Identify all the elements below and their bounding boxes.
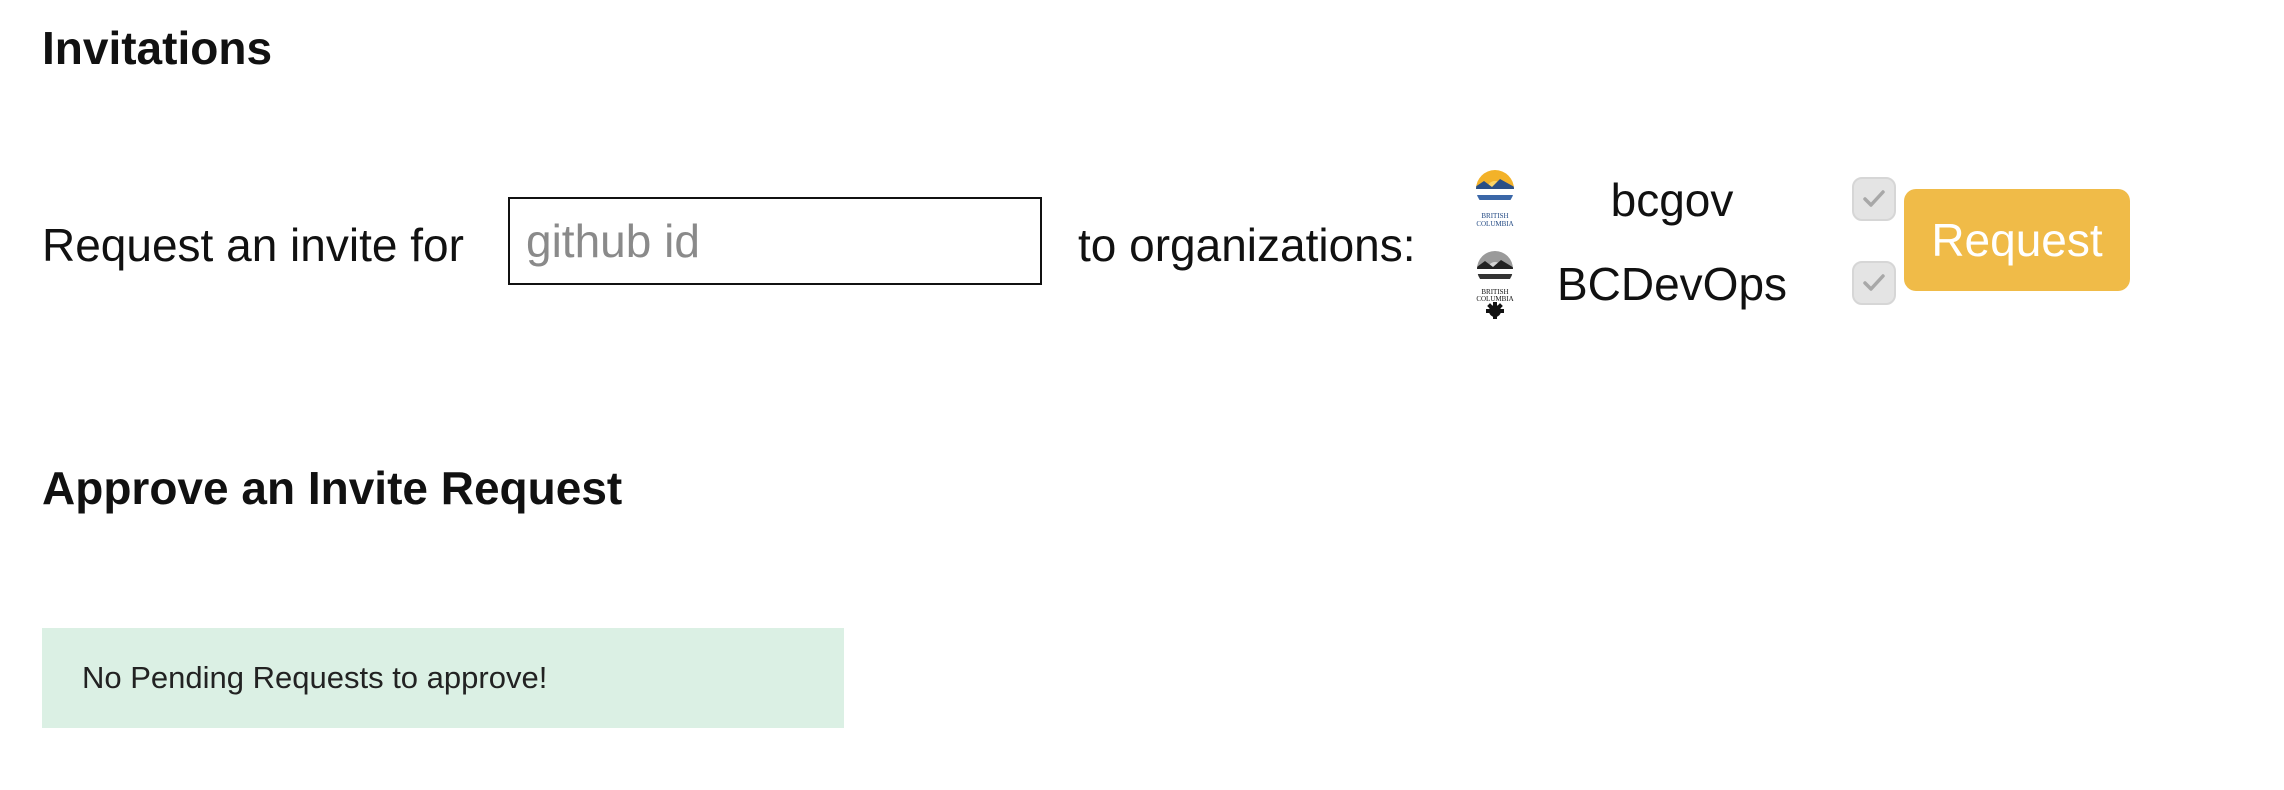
organization-row-bcdevops: BRITISH COLUMBIA BCDevOps: [1462, 249, 1922, 319]
svg-text:COLUMBIA: COLUMBIA: [1476, 295, 1513, 303]
notice-message: No Pending Requests to approve!: [82, 660, 548, 695]
approve-invite-heading: Approve an Invite Request: [42, 462, 623, 514]
request-button[interactable]: Request: [1904, 189, 2130, 291]
british-columbia-logo-icon: BRITISH COLUMBIA: [1476, 170, 1514, 228]
request-invite-form: Request an invite for to organizations:: [42, 165, 2242, 325]
checkmark-icon: [1863, 274, 1885, 291]
svg-text:BRITISH: BRITISH: [1481, 212, 1508, 220]
request-invite-label: Request an invite for: [42, 219, 464, 271]
bc-devops-logo-icon: BRITISH COLUMBIA: [1476, 251, 1514, 319]
invitations-heading: Invitations: [42, 22, 273, 74]
organization-row-bcgov: BRITISH COLUMBIA bcgov: [1462, 165, 1922, 235]
github-id-input[interactable]: [508, 197, 1042, 285]
organization-name: BCDevOps: [1556, 258, 1788, 310]
organization-checkbox-bcdevops[interactable]: [1852, 261, 1896, 305]
organization-checkbox-bcgov[interactable]: [1852, 177, 1896, 221]
organization-name: bcgov: [1610, 174, 1734, 226]
checkmark-icon: [1863, 190, 1885, 207]
invitations-page: Invitations Request an invite for to org…: [0, 0, 2284, 790]
no-pending-requests-notice: No Pending Requests to approve!: [42, 628, 844, 728]
svg-text:COLUMBIA: COLUMBIA: [1476, 220, 1513, 228]
organizations-label: to organizations:: [1078, 219, 1416, 271]
organization-list: BRITISH COLUMBIA bcgov BRITISH COLUMBIA …: [1462, 165, 1922, 325]
